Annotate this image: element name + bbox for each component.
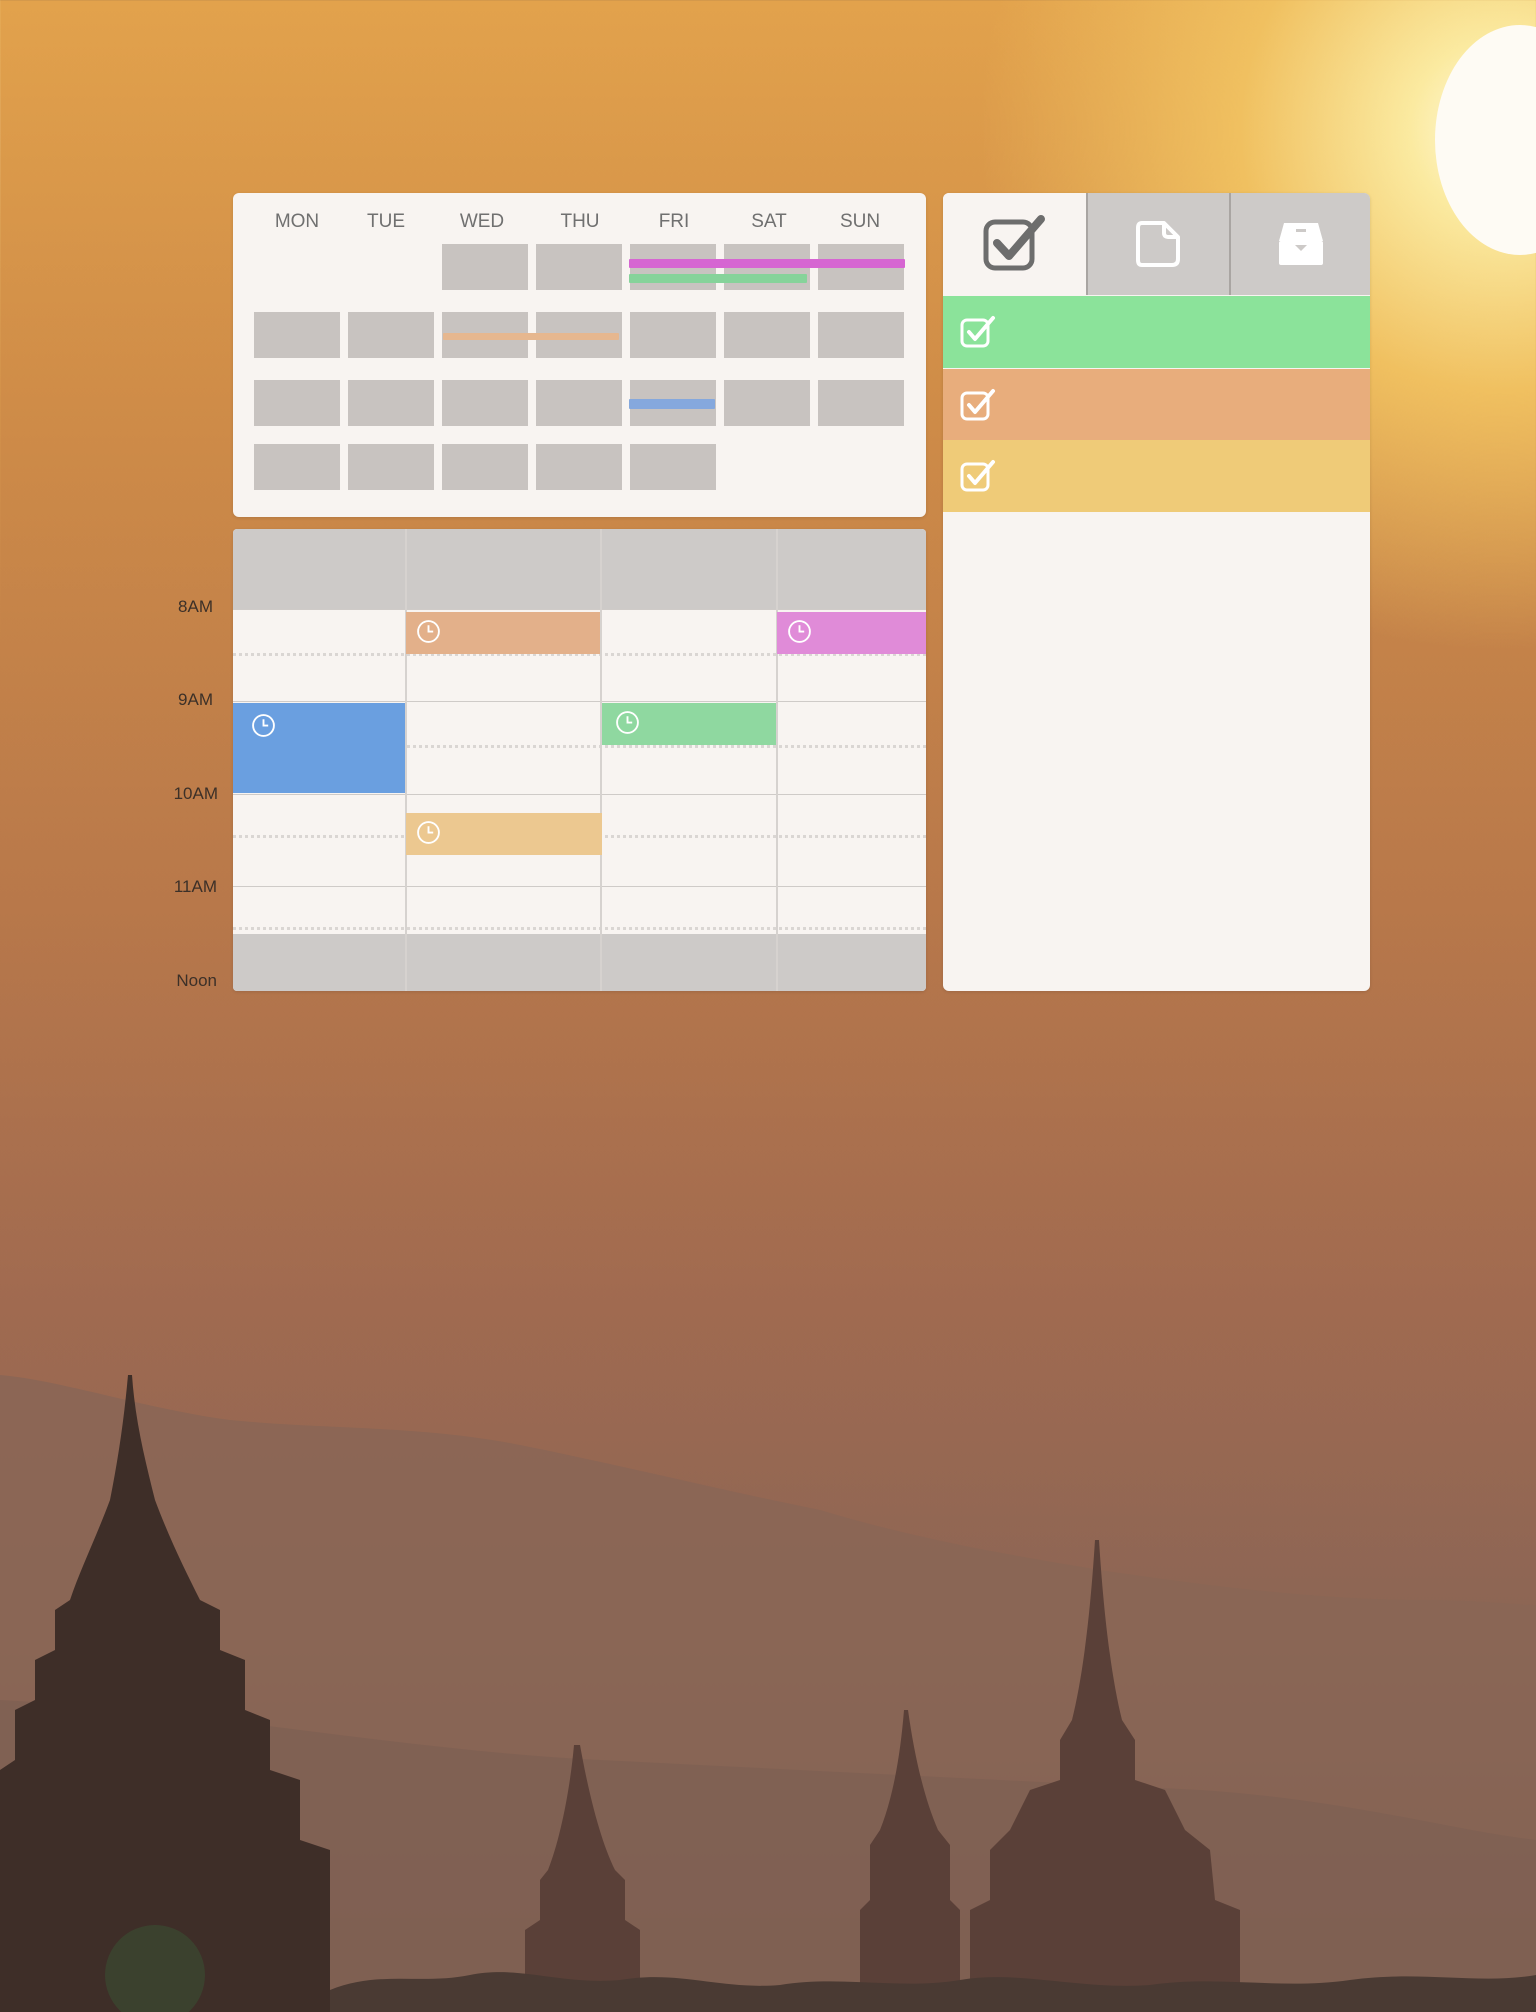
inbox-icon [1278,223,1323,265]
calendar-day-cell[interactable] [254,312,340,358]
time-label-10am: 10AM [173,784,218,803]
day-header-sat: SAT [751,211,787,232]
task-green[interactable] [943,296,1370,368]
checkbox-icon[interactable] [960,387,996,423]
note-icon [1135,221,1180,267]
day-header-thu: THU [560,211,600,232]
clock-icon [788,620,811,643]
event-wed-1030am[interactable] [406,813,602,855]
clock-icon [417,620,440,643]
calendar-day-cell[interactable] [348,380,434,426]
event-bar-green[interactable] [629,274,807,283]
hour-line [233,701,926,702]
calendar-day-cell[interactable] [348,444,434,490]
clock-icon [616,711,639,734]
hour-line [233,886,926,887]
calendar-day-cell[interactable] [254,444,340,490]
calendar-day-cell[interactable] [818,312,904,358]
event-bar-magenta[interactable] [629,259,905,268]
calendar-day-cell[interactable] [442,444,528,490]
week-footer [233,934,926,991]
calendar-day-cell[interactable] [442,380,528,426]
month-calendar: MON TUE WED THU FRI SAT SUN [233,193,926,517]
week-view [233,529,926,991]
time-label-noon: Noon [176,971,217,990]
calendar-day-cell[interactable] [348,312,434,358]
calendar-day-cell[interactable] [536,244,622,290]
day-header-fri: FRI [658,211,690,232]
day-header-mon: MON [274,211,320,232]
day-header-sun: SUN [839,211,881,232]
calendar-day-cell[interactable] [724,312,810,358]
desktop-background: MON TUE WED THU FRI SAT SUN 8AM 9AM 10AM… [0,0,1536,2012]
tab-tasks[interactable] [943,193,1086,295]
event-bar-blue[interactable] [629,399,715,409]
event-bar-peach[interactable] [443,333,619,340]
checkbox-icon[interactable] [960,314,996,350]
column-divider [600,529,602,991]
column-divider [405,529,407,991]
task-yellow[interactable] [943,440,1370,512]
tab-notes[interactable] [1088,193,1229,295]
half-hour-line [233,927,926,930]
checkbox-icon [983,215,1045,271]
side-panel [943,193,1370,991]
task-orange[interactable] [943,369,1370,441]
clock-icon [252,714,275,737]
day-header-tue: TUE [367,211,405,232]
checkbox-icon[interactable] [960,458,996,494]
event-fri-9am[interactable] [602,703,776,745]
event-sun-8am[interactable] [777,612,926,654]
event-mon-9am[interactable] [233,703,405,793]
calendar-day-cell[interactable] [536,444,622,490]
calendar-day-cell[interactable] [536,380,622,426]
day-header-wed: WED [459,211,505,232]
calendar-day-cell[interactable] [630,444,716,490]
hour-line [233,794,926,795]
calendar-day-cell[interactable] [630,312,716,358]
time-label-11am: 11AM [173,877,217,896]
event-wed-8am[interactable] [406,612,600,654]
calendar-day-cell[interactable] [818,380,904,426]
calendar-day-cell[interactable] [254,380,340,426]
time-label-9am: 9AM [178,690,213,709]
week-header [233,529,926,609]
calendar-day-cell[interactable] [724,380,810,426]
column-divider [776,529,778,991]
tab-inbox[interactable] [1231,193,1370,295]
clock-icon [417,821,440,844]
time-label-8am: 8AM [178,597,213,616]
hour-line [233,609,926,610]
calendar-day-cell[interactable] [442,244,528,290]
